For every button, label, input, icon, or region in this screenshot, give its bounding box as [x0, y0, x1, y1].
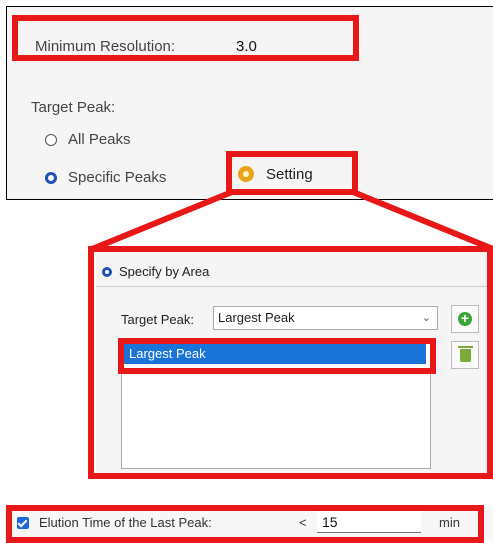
highlight-setting-button: [226, 151, 358, 195]
radio-checked-icon: [45, 171, 57, 184]
specific-peaks-label: Specific Peaks: [68, 169, 167, 186]
all-peaks-label: All Peaks: [68, 131, 131, 148]
highlight-elution-time-row: [6, 505, 484, 543]
specific-peaks-radio[interactable]: Specific Peaks: [45, 169, 166, 186]
all-peaks-radio[interactable]: All Peaks: [45, 131, 131, 148]
highlight-largest-peak-item: [118, 338, 436, 374]
target-peak-label: Target Peak:: [31, 99, 116, 116]
radio-unchecked-icon: [45, 133, 57, 146]
highlight-minimum-resolution: [12, 15, 359, 61]
